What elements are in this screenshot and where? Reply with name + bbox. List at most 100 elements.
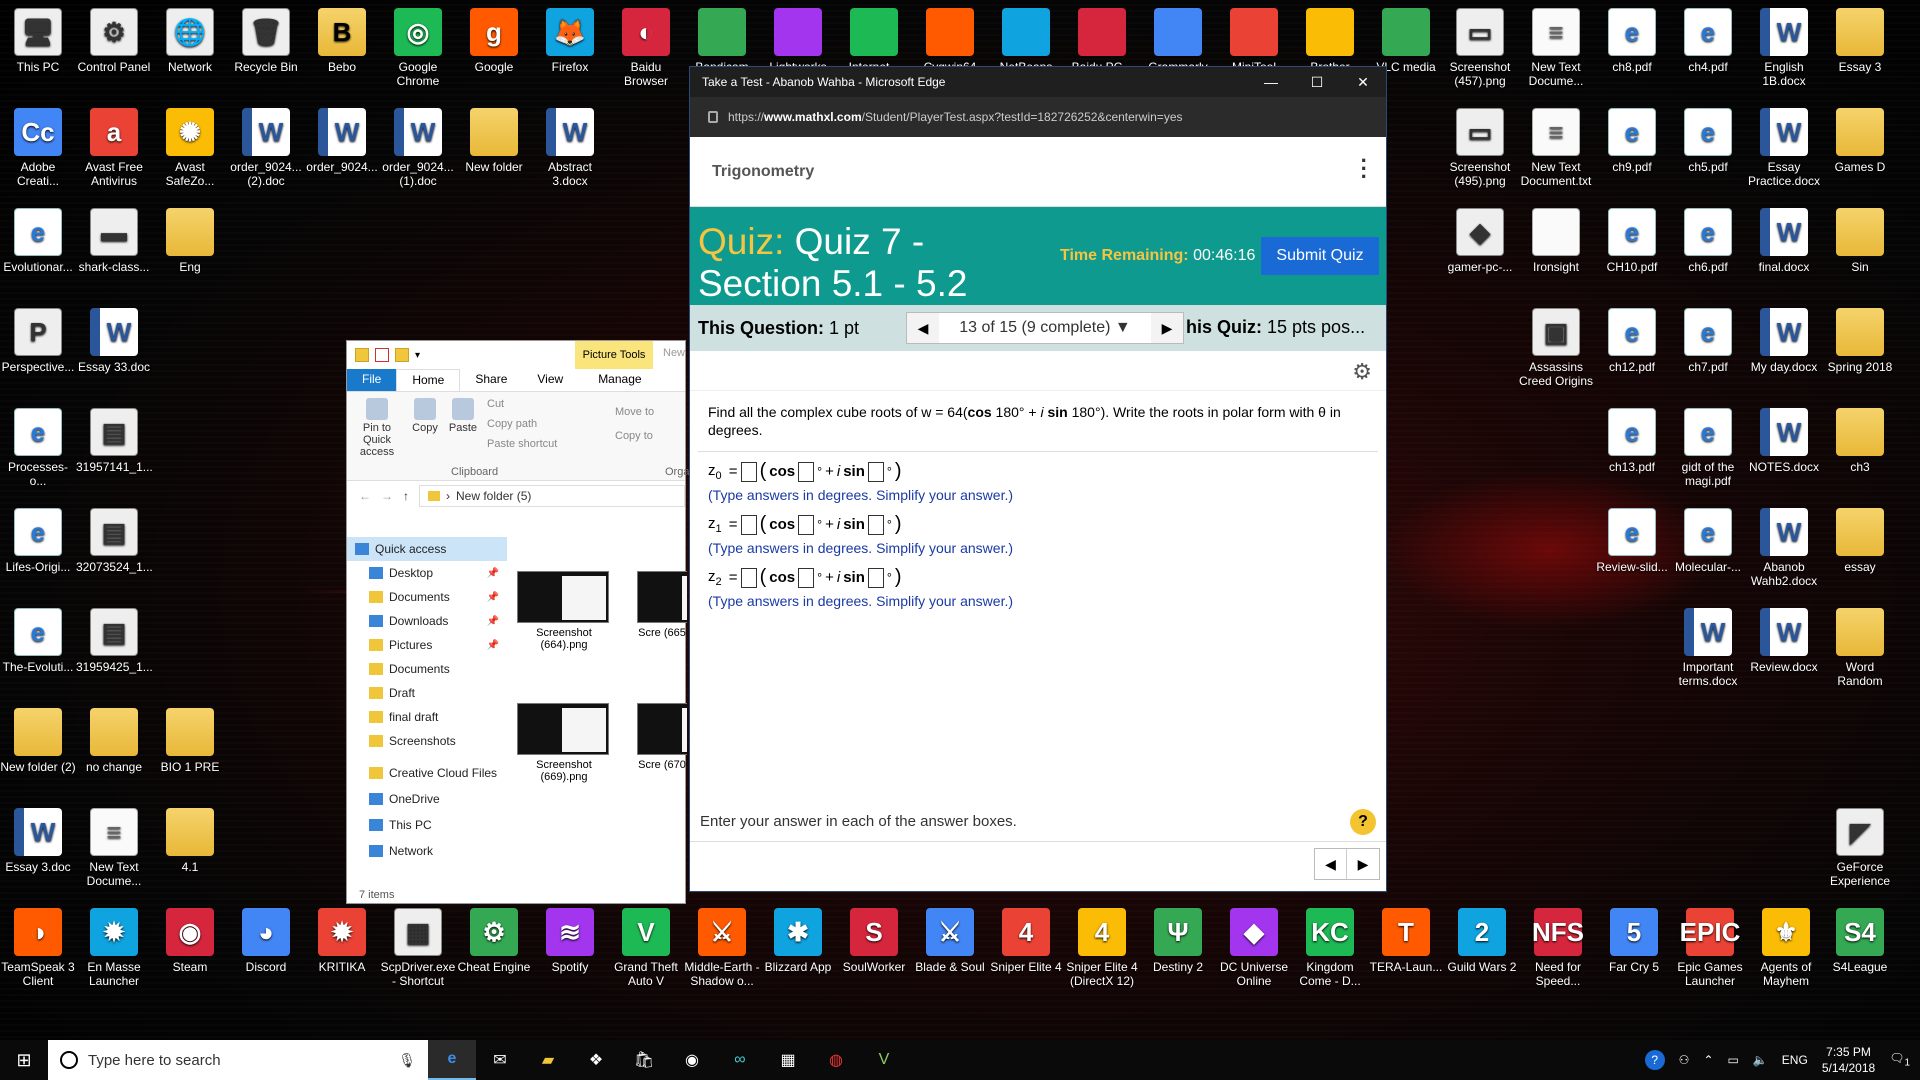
desktop-icon[interactable]: e ch9.pdf <box>1594 108 1670 174</box>
desktop-icon[interactable]: Brother <box>1292 8 1368 74</box>
desktop-icon[interactable]: ≡ New Text Docume... <box>76 808 152 888</box>
desktop-icon[interactable]: W Review.docx <box>1746 608 1822 674</box>
desktop-icon[interactable]: Ψ Destiny 2 <box>1140 908 1216 974</box>
desktop-icon[interactable]: EPIC Epic Games Launcher <box>1672 908 1748 988</box>
minimize-icon[interactable]: — <box>1248 74 1294 91</box>
desktop-icon[interactable]: Essay 3 <box>1822 8 1898 74</box>
desktop-icon[interactable]: 2 Guild Wars 2 <box>1444 908 1520 974</box>
forward-icon[interactable]: → <box>381 489 393 503</box>
desktop-icon[interactable]: 4 Sniper Elite 4 <box>988 908 1064 974</box>
taskbar-search[interactable]: Type here to search 🎙 <box>48 1040 428 1080</box>
file-item[interactable]: Screenshot (669).png <box>517 703 611 783</box>
paste-button[interactable]: Paste <box>443 398 483 434</box>
desktop-icon[interactable]: 4 Sniper Elite 4 (DirectX 12) <box>1064 908 1140 988</box>
mail-taskbar-icon[interactable]: ✉ <box>476 1040 524 1080</box>
notifications-icon[interactable]: 🗨1 <box>1889 1051 1910 1068</box>
copy-button[interactable]: Copy <box>405 398 445 434</box>
next-icon[interactable]: ▶ <box>1347 849 1379 879</box>
desktop-icon[interactable]: ▤ 32073524_1... <box>76 508 153 574</box>
desktop-icon[interactable]: essay <box>1822 508 1898 574</box>
tab-file[interactable]: File <box>347 369 397 391</box>
desktop-icon[interactable]: 🦊 Firefox <box>532 8 608 74</box>
desktop-icon[interactable]: ◑ TeamSpeak 3 Client <box>0 908 76 988</box>
store-taskbar-icon[interactable]: 🛍 <box>620 1040 668 1080</box>
steam-taskbar-icon[interactable]: ◉ <box>668 1040 716 1080</box>
close-icon[interactable]: ✕ <box>1340 74 1386 91</box>
desktop-icon[interactable]: ▭ Screenshot (457).png <box>1442 8 1518 88</box>
desktop-icon[interactable]: e The-Evoluti... <box>0 608 76 674</box>
url-bar[interactable]: https://www.mathxl.com/Student/PlayerTes… <box>690 97 1386 137</box>
desktop-icon[interactable]: W Essay 33.doc <box>76 308 152 374</box>
desktop-icon[interactable]: e gidt of the magi.pdf <box>1670 408 1746 488</box>
desktop-icon[interactable]: e ch13.pdf <box>1594 408 1670 474</box>
desktop-icon[interactable]: Sin <box>1822 208 1898 274</box>
desktop-icon[interactable]: Cygwin64 <box>912 8 988 74</box>
desktop-icon[interactable]: Worder_9024...(2).doc <box>228 108 304 188</box>
network-icon[interactable]: ▭ <box>1728 1053 1739 1067</box>
edge-window[interactable]: Take a Test - Abanob Wahba - Microsoft E… <box>689 66 1387 892</box>
desktop-icon[interactable]: ≡ New Text Document.txt <box>1518 108 1594 188</box>
edge-taskbar-icon[interactable]: e <box>428 1040 476 1080</box>
desktop-icon[interactable]: Ironsight <box>1518 208 1594 274</box>
desktop-icon[interactable]: W Abstract 3.docx <box>532 108 608 188</box>
address-path[interactable]: › New folder (5) <box>419 485 685 507</box>
desktop-icon[interactable]: ◕ Discord <box>228 908 304 974</box>
desktop-icon[interactable]: New folder (2) <box>0 708 76 774</box>
desktop-icon[interactable]: ▣ Assassins Creed Origins <box>1518 308 1594 388</box>
chevron-up-icon[interactable]: ⌃ <box>1703 1053 1713 1067</box>
desktop-icon[interactable]: VLC media player <box>1368 8 1444 74</box>
desktop-icon[interactable]: ⚙ Cheat Engine <box>456 908 532 974</box>
desktop-icon[interactable]: ⚜ Agents of Mayhem <box>1748 908 1824 988</box>
maximize-icon[interactable]: ☐ <box>1294 74 1340 91</box>
desktop-icon[interactable]: ▭ Screenshot (495).png <box>1442 108 1518 188</box>
desktop-icon[interactable]: no change <box>76 708 152 774</box>
help-tray-icon[interactable]: ? <box>1644 1050 1665 1070</box>
desktop-icon[interactable]: 🗑 Recycle Bin <box>228 8 304 74</box>
desktop-icon[interactable]: ◤ GeForce Experience <box>1822 808 1898 888</box>
nav-item[interactable]: OneDrive <box>347 787 507 811</box>
desktop-icon[interactable]: ⚔ Blade & Soul <box>912 908 988 974</box>
cos-angle-input[interactable] <box>798 567 815 588</box>
question-select[interactable]: 13 of 15 (9 complete) ▼ <box>939 319 1151 337</box>
desktop-icon[interactable]: Worder_9024... <box>304 108 380 174</box>
file-explorer-taskbar-icon[interactable]: ▰ <box>524 1040 572 1080</box>
desktop-icon[interactable]: ≋ Spotify <box>532 908 608 974</box>
cos-angle-input[interactable] <box>798 514 815 535</box>
desktop-icon[interactable]: ch3 <box>1822 408 1898 474</box>
desktop-icon[interactable]: Cc Adobe Creati... <box>0 108 76 188</box>
desktop-icon[interactable]: W Essay 3.doc <box>0 808 76 874</box>
new-folder-icon[interactable] <box>395 348 409 362</box>
desktop-icon[interactable]: e Lifes-Origi... <box>0 508 76 574</box>
copy-path-button[interactable]: Copy path <box>487 418 537 430</box>
tab-home[interactable]: Home <box>396 369 461 391</box>
sin-angle-input[interactable] <box>867 567 884 588</box>
desktop-icon[interactable]: W English 1B.docx <box>1746 8 1822 88</box>
move-to-button[interactable]: Move to <box>615 406 654 418</box>
game-taskbar-icon[interactable]: ▦ <box>764 1040 812 1080</box>
desktop-icon[interactable]: W Abanob Wahb2.docx <box>1746 508 1822 588</box>
desktop-icon[interactable]: e ch8.pdf <box>1594 8 1670 74</box>
desktop-icon[interactable]: NFS Need for Speed... <box>1520 908 1596 988</box>
desktop-icon[interactable]: ◐ Baidu Browser <box>608 8 684 88</box>
desktop-icon[interactable]: BIO 1 PRE <box>152 708 228 774</box>
desktop-icon[interactable]: e ch12.pdf <box>1594 308 1670 374</box>
copy-to-button[interactable]: Copy to <box>615 430 653 442</box>
desktop-icon[interactable]: Worder_9024...(1).doc <box>380 108 456 188</box>
desktop-icon[interactable]: ◆ gamer-pc-... <box>1442 208 1518 274</box>
desktop-icon[interactable]: ✹ En Masse Launcher <box>76 908 152 988</box>
microphone-icon[interactable]: 🎙 <box>398 1052 416 1069</box>
desktop-icon[interactable]: 5 Far Cry 5 <box>1596 908 1672 974</box>
prev-icon[interactable]: ◀ <box>1315 849 1347 879</box>
modulus-input[interactable] <box>740 514 757 535</box>
desktop-icon[interactable]: New folder <box>456 108 532 174</box>
desktop-icon[interactable]: ✹ KRITIKA <box>304 908 380 974</box>
desktop-icon[interactable]: 4.1 <box>152 808 228 874</box>
desktop-icon[interactable]: Baidu PC... <box>1064 8 1140 74</box>
desktop-icon[interactable]: ◉ Steam <box>152 908 228 974</box>
desktop-icon[interactable]: KC Kingdom Come - D... <box>1292 908 1368 988</box>
volume-icon[interactable]: 🔈 <box>1753 1053 1768 1067</box>
gear-icon[interactable]: ⚙ <box>1352 359 1372 385</box>
desktop-icon[interactable]: ▤ 31957141_1... <box>76 408 153 474</box>
nav-item[interactable]: Network <box>347 839 507 863</box>
infinity-taskbar-icon[interactable]: ∞ <box>716 1040 764 1080</box>
